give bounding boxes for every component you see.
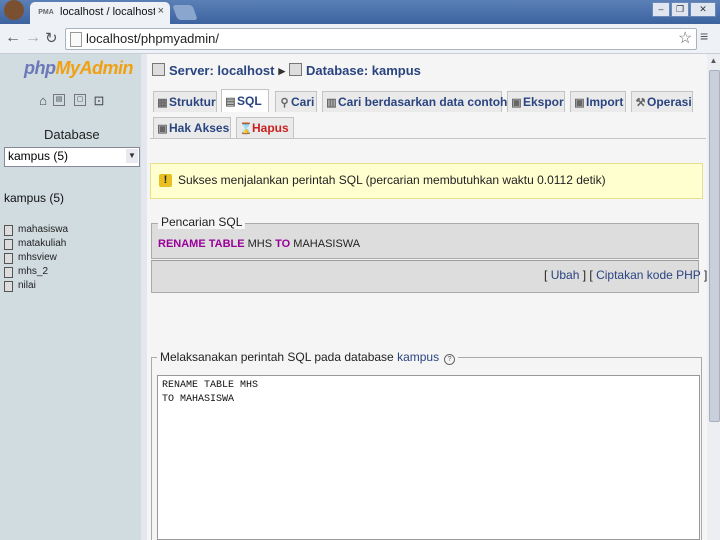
logo-admin: Admin — [79, 58, 134, 78]
query-icon: ▥ — [326, 97, 337, 109]
tab-cari-contoh[interactable]: ▥Cari berdasarkan data contoh — [322, 91, 507, 112]
table-name[interactable]: mahasiswa — [18, 224, 68, 235]
privileges-icon: ▣ — [157, 123, 168, 135]
tab-import[interactable]: ▣Import — [570, 91, 626, 112]
run-sql-legend-text: Melaksanakan perintah SQL pada database — [160, 350, 394, 364]
notice-icon: ! — [159, 174, 172, 187]
tab-label: Hapus — [252, 121, 289, 135]
table-name[interactable]: mhsview — [18, 252, 57, 263]
bracket: ] — [703, 268, 708, 282]
breadcrumb: Server: localhost ▸ Database: kampus — [152, 63, 421, 79]
logo-my: My — [55, 58, 81, 78]
profile-avatar[interactable] — [4, 0, 24, 20]
ubah-link[interactable]: Ubah — [551, 268, 580, 282]
run-sql-db-link[interactable]: kampus — [397, 350, 439, 364]
table-icon[interactable] — [4, 225, 13, 236]
tab-label: Hak Akses — [169, 121, 230, 135]
table-icon[interactable] — [4, 253, 13, 264]
sql-identifier: MAHASISWA — [293, 238, 361, 250]
tab-ekspor[interactable]: ▣Ekspor — [507, 91, 565, 112]
import-icon: ▣ — [574, 97, 585, 109]
database-select-value: kampus (5) — [8, 149, 69, 163]
sql-keyword: TO — [275, 238, 291, 250]
scroll-up-arrow-icon[interactable]: ▲ — [707, 56, 720, 68]
success-notice: ! Sukses menjalankan perintah SQL (perca… — [150, 163, 703, 199]
query-line: TO MAHASISWA — [162, 394, 235, 405]
tools-icon: ⚒ — [635, 97, 646, 109]
forward-arrow-icon[interactable]: → — [25, 29, 41, 47]
sql-query-icon[interactable]: ▤ — [53, 94, 65, 106]
search-icon: ⚲ — [280, 97, 289, 109]
breadcrumb-database[interactable]: Database: kampus — [306, 63, 421, 78]
minimize-button[interactable]: – — [652, 2, 670, 17]
sql-identifier: MHS — [247, 238, 273, 250]
server-icon — [152, 63, 165, 76]
chevron-down-icon: ▼ — [126, 149, 138, 163]
database-icon — [289, 63, 303, 76]
bracket: [ — [544, 268, 548, 282]
table-icon[interactable] — [4, 281, 13, 292]
breadcrumb-server[interactable]: Server: localhost — [169, 63, 275, 78]
table-icon[interactable] — [4, 267, 13, 278]
reload-icon[interactable]: ↻ — [45, 29, 58, 47]
export-icon: ▣ — [511, 97, 522, 109]
address-bar[interactable]: localhost/phpmyadmin/ — [65, 28, 697, 50]
maximize-button[interactable]: ❐ — [671, 2, 689, 17]
tab-divider — [150, 138, 706, 139]
phpmyadmin-logo[interactable]: phpMyAdmin — [24, 58, 134, 79]
logo-php: php — [24, 58, 56, 78]
database-select[interactable]: kampus (5) ▼ — [4, 147, 140, 167]
browser-tab[interactable]: PMA localhost / localhost / kampus × — [30, 2, 170, 24]
address-url: localhost/phpmyadmin/ — [86, 31, 219, 46]
scrollbar-thumb[interactable] — [709, 70, 720, 422]
tab-cari[interactable]: ⚲ Cari — [275, 91, 317, 112]
executed-sql: RENAME TABLE MHS TO MAHASISWA — [158, 238, 360, 250]
tab-label: Import — [586, 95, 624, 109]
database-label: Database — [44, 127, 100, 142]
documentation-icon[interactable]: ▢ — [74, 94, 86, 106]
sql-icon: ▤ — [225, 96, 236, 108]
home-icon[interactable]: ⌂ — [36, 94, 50, 108]
tab-label: Operasi — [647, 95, 692, 109]
pma-favicon-icon: PMA — [38, 9, 54, 16]
success-message: Sukses menjalankan perintah SQL (percari… — [178, 173, 606, 187]
delete-icon: ⌛ — [239, 123, 253, 135]
database-heading[interactable]: kampus (5) — [4, 191, 64, 205]
tab-close-icon[interactable]: × — [158, 5, 164, 17]
query-line: RENAME TABLE MHS — [162, 380, 259, 391]
page-icon — [70, 32, 82, 47]
table-name[interactable]: nilai — [18, 280, 36, 291]
help-icon[interactable]: ⊡ — [92, 94, 106, 108]
bracket: ] [ — [582, 268, 593, 282]
tab-label: Cari berdasarkan data contoh — [338, 95, 508, 109]
table-name[interactable]: mhs_2 — [18, 266, 48, 277]
tab-label: Cari — [291, 95, 315, 109]
sql-query-textarea[interactable]: RENAME TABLE MHS TO MAHASISWA — [157, 375, 700, 540]
tab-hak-akses[interactable]: ▣Hak Akses — [153, 117, 231, 138]
tab-label: Ekspor — [523, 95, 564, 109]
sql-keyword: RENAME TABLE — [158, 238, 245, 250]
sql-action-links: [ Ubah ] [ Ciptakan kode PHP ] — [544, 268, 707, 282]
help-icon[interactable]: ? — [444, 354, 456, 365]
run-sql-legend: Melaksanakan perintah SQL pada database … — [157, 350, 459, 365]
close-window-button[interactable]: ✕ — [690, 2, 716, 17]
tab-struktur[interactable]: ▦Struktur — [153, 91, 217, 112]
pencarian-sql-legend: Pencarian SQL — [158, 215, 246, 229]
tab-title: localhost / localhost / kampus — [60, 6, 155, 18]
struktur-icon: ▦ — [157, 97, 168, 109]
bookmark-star-icon[interactable]: ☆ — [678, 28, 692, 48]
tab-label: SQL — [237, 94, 262, 108]
tab-label: Struktur — [169, 95, 216, 109]
wrench-menu-icon[interactable]: ≡ — [700, 28, 708, 44]
create-php-link[interactable]: Ciptakan kode PHP — [596, 268, 701, 282]
back-arrow-icon[interactable]: ← — [5, 29, 21, 47]
tab-sql[interactable]: ▤SQL — [221, 89, 269, 112]
table-name[interactable]: matakuliah — [18, 238, 66, 249]
tab-hapus[interactable]: ⌛Hapus — [236, 117, 294, 138]
tab-operasi[interactable]: ⚒ Operasi — [631, 91, 693, 112]
table-icon[interactable] — [4, 239, 13, 250]
breadcrumb-arrow: ▸ — [278, 63, 286, 78]
